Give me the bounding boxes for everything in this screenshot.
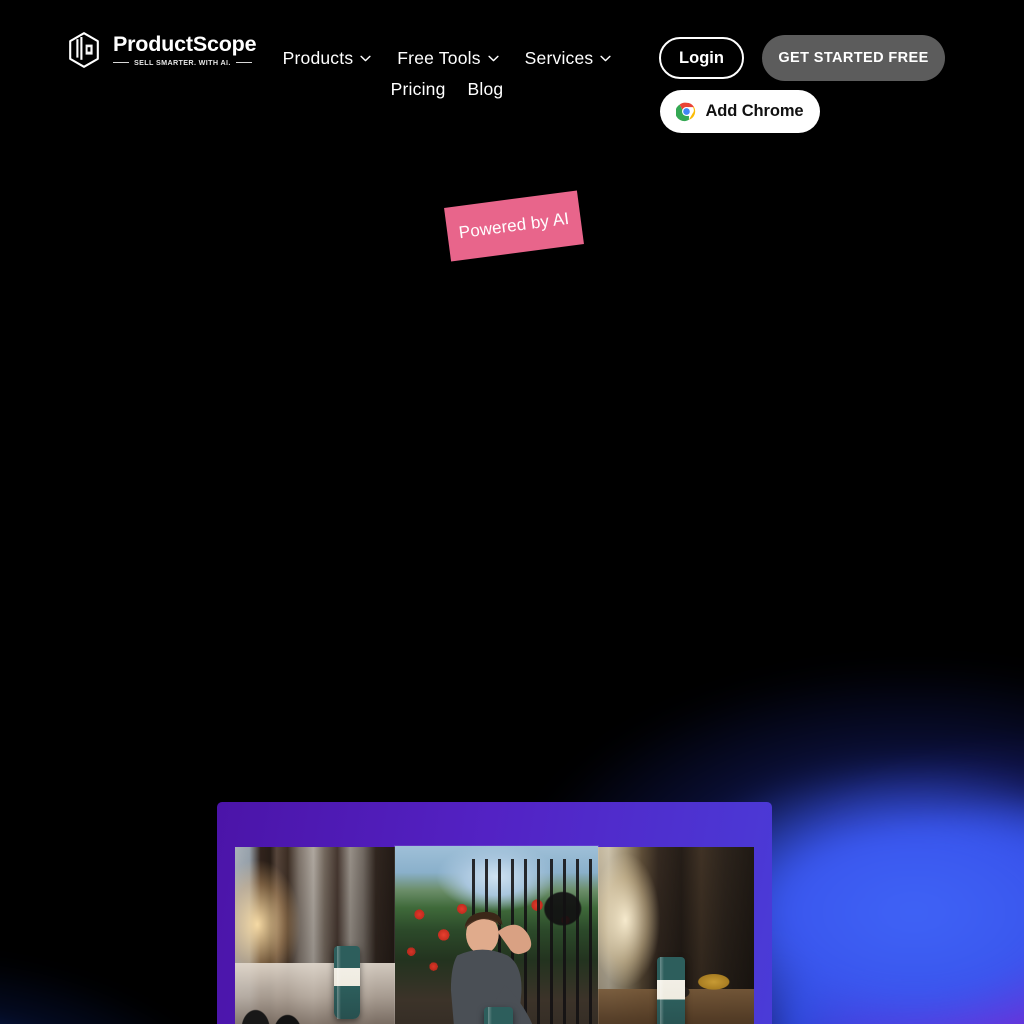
showcase-image-rustic-kitchen[interactable] xyxy=(589,847,754,1024)
nav-item-services[interactable]: Services xyxy=(525,46,612,71)
nav-item-pricing[interactable]: Pricing xyxy=(391,77,446,102)
powered-by-ai-badge: Powered by AI xyxy=(444,190,584,262)
powered-by-ai-badge-label: Powered by AI xyxy=(457,208,571,243)
chevron-down-icon xyxy=(488,55,499,62)
login-button-label: Login xyxy=(679,48,724,67)
nav-item-free-tools[interactable]: Free Tools xyxy=(397,46,499,71)
modern-kitchen-scene xyxy=(235,847,395,1024)
chevron-down-icon xyxy=(600,55,612,62)
get-started-free-button[interactable]: GET STARTED FREE xyxy=(762,35,945,81)
logo-link[interactable]: ProductScope SELL SMARTER. WITH AI. xyxy=(64,30,257,70)
get-started-free-button-label: GET STARTED FREE xyxy=(778,50,929,66)
landing-page: ProductScope SELL SMARTER. WITH AI. Prod… xyxy=(0,0,1024,1024)
showcase-image-modern-kitchen[interactable] xyxy=(235,847,395,1024)
tagline-rule-left xyxy=(113,62,129,64)
nav-item-services-label: Services xyxy=(524,48,594,68)
nav-item-products[interactable]: Products xyxy=(283,46,372,71)
main-navigation: Products Free Tools Services Pricing Blo… xyxy=(268,46,626,102)
nav-item-blog-label: Blog xyxy=(467,79,504,99)
add-chrome-button[interactable]: Add Chrome xyxy=(660,90,820,133)
chevron-down-icon xyxy=(360,55,371,62)
showcase-panel xyxy=(217,802,772,1024)
product-tumbler xyxy=(484,1006,513,1024)
add-chrome-button-label: Add Chrome xyxy=(705,102,804,120)
nav-item-pricing-label: Pricing xyxy=(390,79,446,99)
login-button[interactable]: Login xyxy=(659,37,744,79)
showcase-image-balcony-portrait[interactable] xyxy=(395,846,598,1024)
product-tumbler xyxy=(334,945,360,1020)
nav-item-products-label: Products xyxy=(282,48,354,68)
logo-tagline: SELL SMARTER. WITH AI. xyxy=(134,58,231,68)
site-header: ProductScope SELL SMARTER. WITH AI. Prod… xyxy=(0,0,1024,150)
main-navigation-row-2: Pricing Blog xyxy=(268,77,626,102)
chrome-logo-icon xyxy=(676,102,696,122)
logo-tagline-row: SELL SMARTER. WITH AI. xyxy=(113,59,256,66)
nav-item-free-tools-label: Free Tools xyxy=(397,48,481,68)
nav-item-blog[interactable]: Blog xyxy=(468,77,504,102)
tagline-rule-right xyxy=(235,62,252,64)
hexagon-cube-logo-icon xyxy=(69,32,99,68)
logo-text: ProductScope SELL SMARTER. WITH AI. xyxy=(113,31,257,66)
logo-wordmark: ProductScope xyxy=(113,31,257,56)
showcase-image-gallery xyxy=(235,846,754,1024)
product-tumbler xyxy=(656,956,685,1024)
